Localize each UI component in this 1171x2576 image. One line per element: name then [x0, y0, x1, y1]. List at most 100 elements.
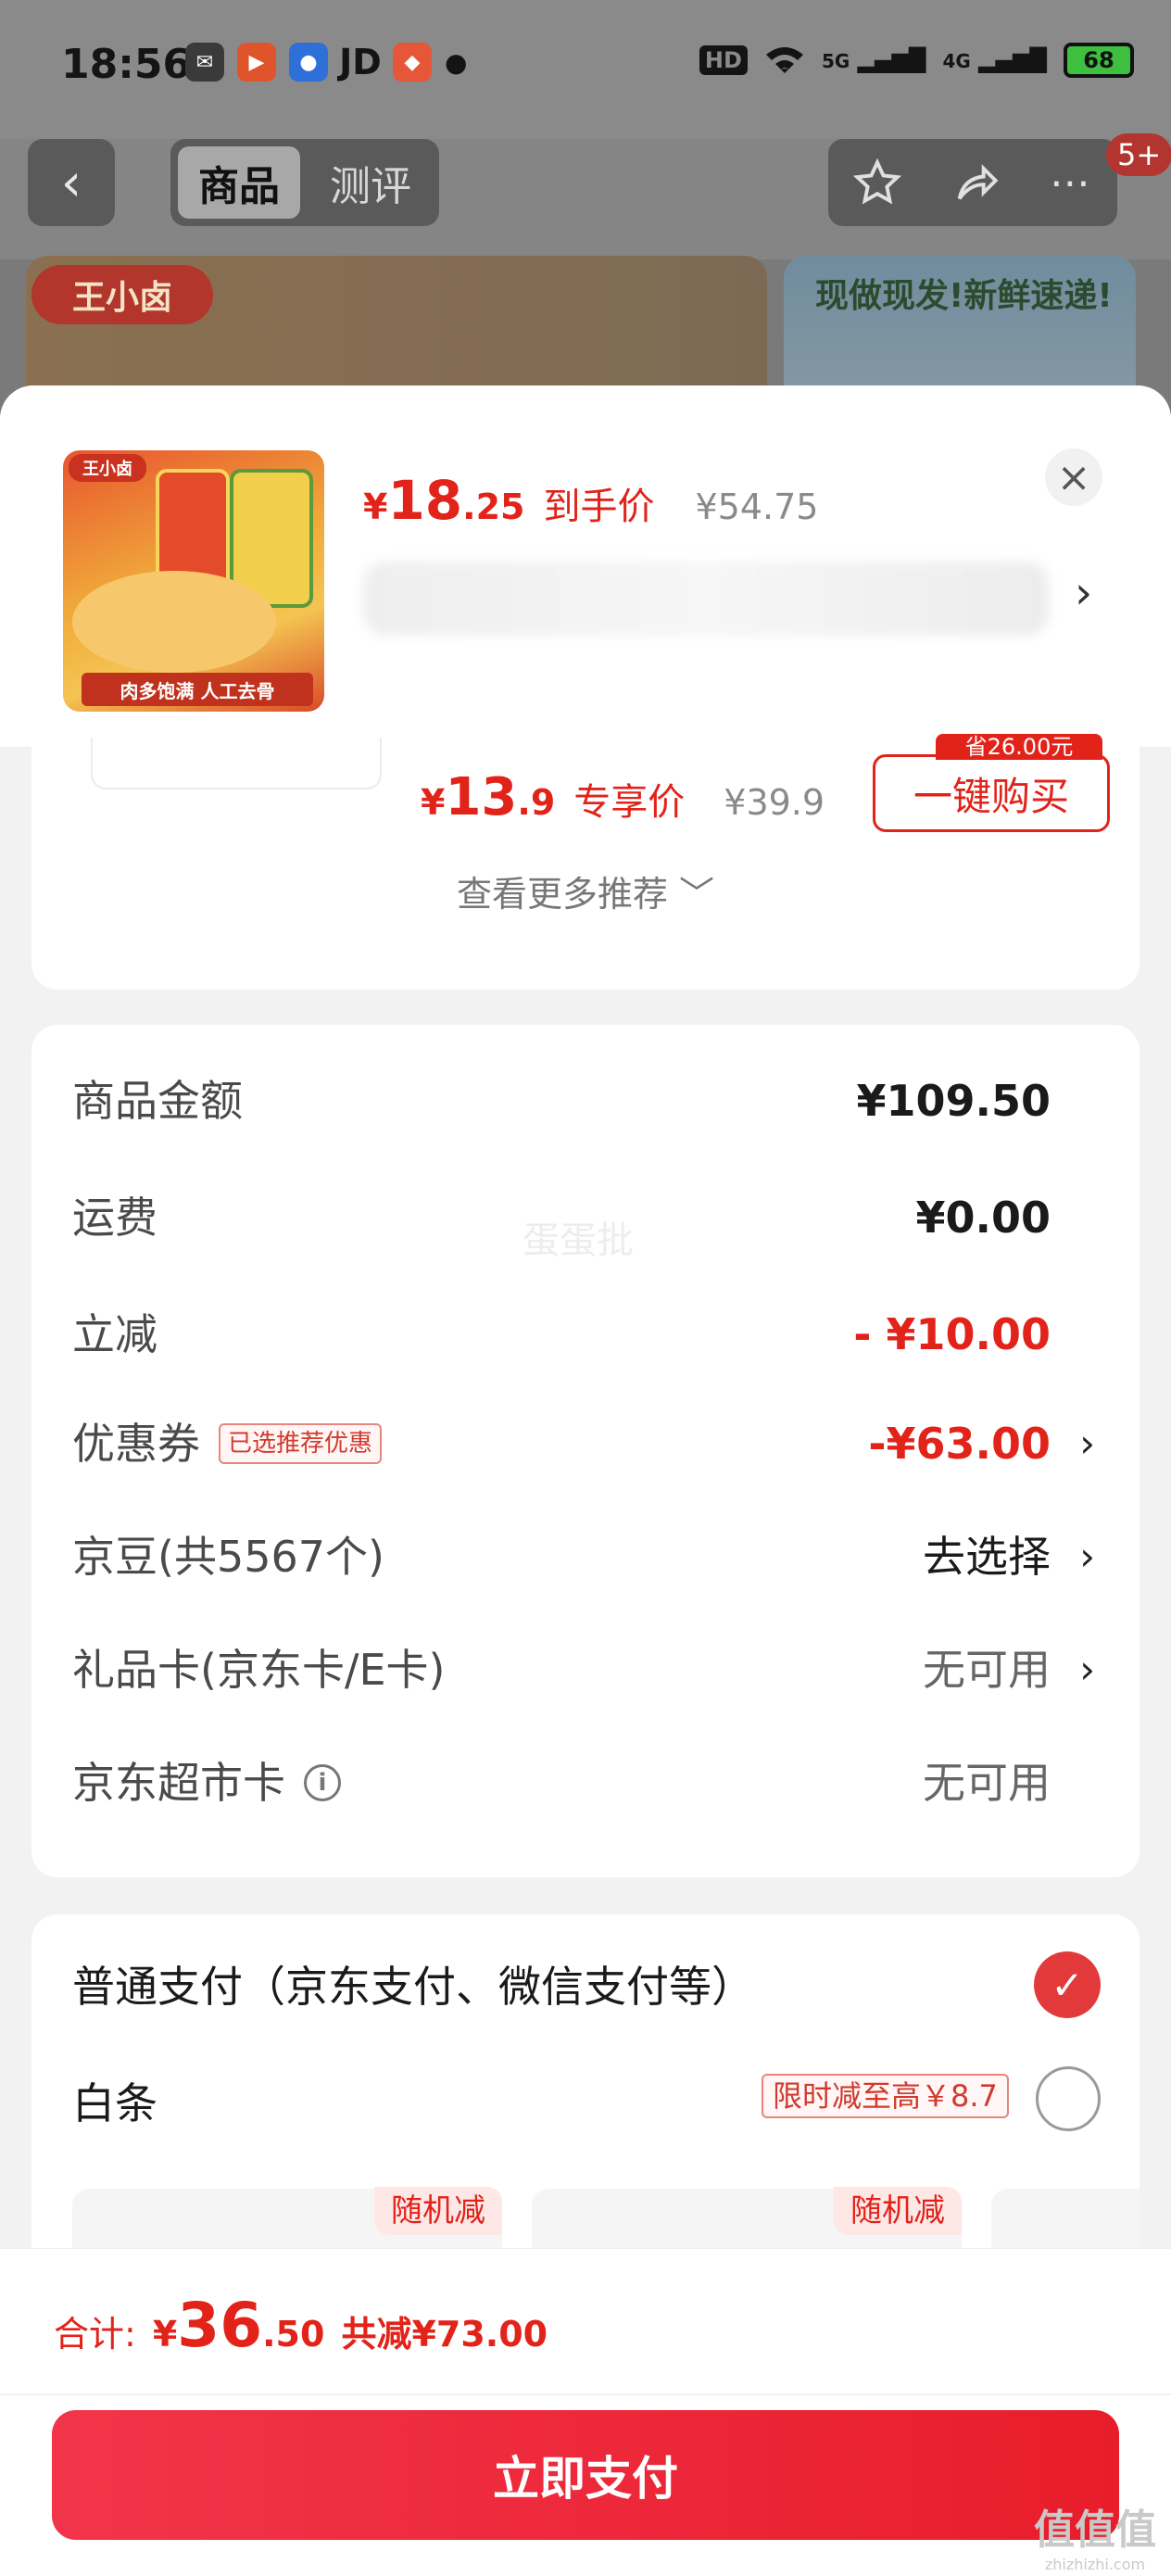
- summary-row-coupon[interactable]: 优惠券 已选推荐优惠 -¥63.00 ›: [31, 1407, 1140, 1481]
- total-decimal: .50: [262, 2314, 325, 2355]
- summary-label: 运费: [72, 1193, 157, 1243]
- status-time: 18:56: [61, 41, 192, 88]
- price-decimal: .25: [462, 486, 525, 527]
- close-icon[interactable]: ×: [1045, 448, 1102, 506]
- recommend-original-price: ¥39.9: [724, 782, 825, 823]
- more-notifications-icon: ●: [445, 46, 468, 78]
- message-count-badge: 5+: [1106, 133, 1171, 176]
- star-icon[interactable]: [853, 158, 901, 207]
- nav-actions: ⋯: [828, 139, 1117, 226]
- system-indicators: HD 5G ▂▄▆█ 4G ▂▄▆█ 68: [699, 43, 1134, 78]
- signal-5g-icon: 5G ▂▄▆█: [821, 47, 926, 73]
- recommend-price: ¥ 13 .9 专享价 ¥39.9: [421, 767, 825, 827]
- summary-value: 无可用: [923, 1645, 1051, 1695]
- info-icon[interactable]: i: [304, 1764, 341, 1801]
- video-app-icon: ▶: [237, 43, 276, 82]
- summary-value: 无可用: [923, 1758, 1051, 1808]
- more-recommendations-link[interactable]: 查看更多推荐 ﹀: [31, 865, 1140, 916]
- footer-divider: [0, 2393, 1171, 2395]
- summary-label: 京东超市卡: [72, 1758, 285, 1808]
- site-watermark-url: zhizhizhi.com: [1044, 2556, 1146, 2573]
- recommend-image[interactable]: [91, 738, 382, 789]
- recommend-price-currency: ¥: [421, 782, 446, 823]
- site-watermark: 值值值 zhizhizhi.com: [1030, 2496, 1160, 2573]
- summary-label: 优惠券: [72, 1419, 200, 1469]
- product-nav-bar: ‹ 商品 测评 ⋯ 5+: [0, 133, 1171, 259]
- summary-row-jd-beans[interactable]: 京豆(共5567个) 去选择 ›: [31, 1520, 1140, 1594]
- total-integer: 36: [177, 2290, 263, 2361]
- battery-level: 68: [1083, 47, 1114, 73]
- share-icon[interactable]: [951, 158, 1000, 207]
- summary-row-goods-amount: 商品金额 ¥109.50: [31, 1064, 1140, 1138]
- total-label: 合计:: [54, 2314, 136, 2355]
- back-icon[interactable]: ‹: [28, 139, 115, 226]
- recommendation-card: ¥ 13 .9 专享价 ¥39.9 一键购买 省26.00元 查看更多推荐 ﹀: [31, 734, 1140, 990]
- thumb-caption: 肉多饱满 人工去骨: [82, 673, 313, 706]
- blurred-product-info: [363, 562, 1049, 636]
- order-total: 合计: ¥ 36 .50 共减¥73.00: [54, 2290, 548, 2361]
- chevron-right-icon[interactable]: ›: [1079, 1520, 1095, 1594]
- summary-label-group: 优惠券 已选推荐优惠: [72, 1407, 383, 1481]
- total-saved: 共减¥73.00: [341, 2314, 548, 2355]
- tab-review[interactable]: 测评: [309, 146, 432, 219]
- installment-random-discount-badge: 随机减: [374, 2187, 502, 2235]
- price-tag: 到手价: [543, 486, 655, 528]
- summary-value: ¥109.50: [856, 1076, 1051, 1126]
- site-watermark-main: 值值值: [1034, 2507, 1156, 2554]
- payment-option-normal[interactable]: 普通支付（京东支付、微信支付等）: [72, 1953, 754, 2014]
- one-click-buy-button[interactable]: 一键购买: [873, 754, 1110, 832]
- summary-row-gift-card[interactable]: 礼品卡(京东卡/E卡) 无可用 ›: [31, 1633, 1140, 1707]
- total-currency: ¥: [152, 2314, 178, 2355]
- product-thumbnail: 王小卤 肉多饱满 人工去骨: [63, 450, 324, 712]
- summary-label-group: 京东超市卡 i: [72, 1746, 341, 1820]
- status-bar: 18:56 ✉ ▶ ● JD ◆ ● HD 5G ▂▄▆█ 4G ▂▄▆█ 68: [0, 0, 1171, 139]
- banner-promo-text: 现做现发!新鲜速递!: [815, 277, 1113, 315]
- sheet-header: 王小卤 肉多饱满 人工去骨 ¥ 18 .25 到手价 ¥54.75 × ›: [0, 385, 1171, 747]
- radio-icon[interactable]: [1036, 2066, 1101, 2131]
- summary-value: - ¥10.00: [853, 1309, 1051, 1359]
- checkout-footer: 合计: ¥ 36 .50 共减¥73.00 立即支付: [0, 2248, 1171, 2576]
- summary-value: 去选择: [923, 1532, 1051, 1582]
- chevron-right-icon[interactable]: ›: [1075, 567, 1092, 619]
- order-summary-card: 蛋蛋批 商品金额 ¥109.50 运费 ¥0.00 立减 - ¥10.00 优惠…: [31, 1025, 1140, 1877]
- baidu-icon: ●: [289, 43, 328, 82]
- original-price: ¥54.75: [695, 486, 819, 527]
- pay-now-button[interactable]: 立即支付: [52, 2410, 1119, 2540]
- more-icon[interactable]: ⋯: [1050, 159, 1092, 207]
- summary-label: 商品金额: [72, 1076, 243, 1126]
- coupon-recommended-tag: 已选推荐优惠: [219, 1423, 383, 1464]
- payment-option-baitiao[interactable]: 白条: [72, 2070, 157, 2131]
- tab-product[interactable]: 商品: [178, 146, 300, 219]
- price-integer: 18: [387, 469, 463, 532]
- summary-value: -¥63.00: [868, 1419, 1051, 1469]
- recommend-price-decimal: .9: [517, 782, 556, 823]
- status-app-icons: ✉ ▶ ● JD ◆ ●: [185, 42, 468, 82]
- summary-label: 京豆(共5567个): [72, 1532, 384, 1582]
- signal-4g-icon: 4G ▂▄▆█: [942, 47, 1047, 73]
- hd-icon: HD: [699, 45, 748, 75]
- thumb-logo: 王小卤: [69, 454, 146, 482]
- recommend-price-integer: 13: [445, 767, 518, 827]
- recommend-price-tag: 专享价: [573, 781, 686, 824]
- thumb-bowl: [72, 571, 276, 673]
- shopping-app-icon: ◆: [393, 43, 432, 82]
- price-currency: ¥: [363, 486, 388, 527]
- baitiao-promo-tag: 限时减至高￥8.7: [762, 2074, 1009, 2118]
- save-badge: 省26.00元: [936, 734, 1102, 760]
- jd-icon: JD: [339, 42, 382, 82]
- wifi-icon: [765, 47, 803, 73]
- summary-row-supermarket-card: 京东超市卡 i 无可用: [31, 1746, 1140, 1820]
- summary-value: ¥0.00: [915, 1193, 1051, 1243]
- summary-label: 礼品卡(京东卡/E卡): [72, 1645, 446, 1695]
- summary-label: 立减: [72, 1309, 157, 1359]
- nav-tabs: 商品 测评: [170, 139, 439, 226]
- summary-row-shipping: 运费 ¥0.00: [31, 1181, 1140, 1255]
- battery-icon: 68: [1064, 43, 1134, 78]
- summary-row-instant-discount: 立减 - ¥10.00: [31, 1297, 1140, 1371]
- payment-method-card: 普通支付（京东支付、微信支付等） ✓ 白条 限时减至高￥8.7 随机减 随机减: [31, 1914, 1140, 2304]
- chevron-right-icon[interactable]: ›: [1079, 1633, 1095, 1707]
- chevron-right-icon[interactable]: ›: [1079, 1407, 1095, 1481]
- installment-random-discount-badge: 随机减: [834, 2187, 962, 2235]
- check-icon[interactable]: ✓: [1034, 1951, 1101, 2018]
- final-price: ¥ 18 .25 到手价 ¥54.75: [363, 469, 818, 532]
